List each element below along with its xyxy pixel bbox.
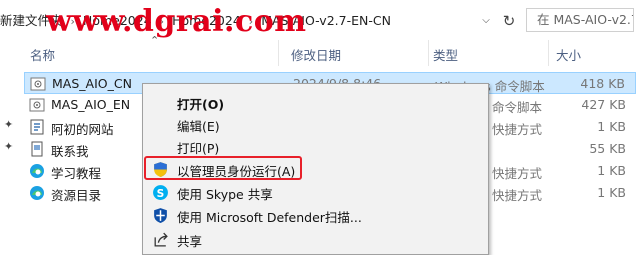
file-size: 55 KB xyxy=(589,141,626,156)
pin-icon: ✦ xyxy=(4,140,14,153)
file-name: 联系我 xyxy=(51,144,89,159)
file-size: 427 KB xyxy=(581,97,626,112)
menu-item-print[interactable]: 打印(P) xyxy=(143,135,488,157)
file-name: MAS_AIO_CN xyxy=(52,76,132,91)
refresh-icon[interactable]: ↻ xyxy=(497,9,521,33)
column-divider[interactable] xyxy=(548,40,549,66)
cmd-script-icon xyxy=(30,77,46,91)
file-name: MAS_AIO_EN xyxy=(51,97,131,112)
svg-text:S: S xyxy=(157,187,165,200)
edge-icon xyxy=(30,186,44,200)
watermark: www.dgrai.com xyxy=(46,4,307,39)
file-size: 1 KB xyxy=(597,119,626,134)
chevron-down-icon[interactable]: ⌵ xyxy=(478,11,494,31)
column-header-date[interactable]: 修改日期 xyxy=(291,45,341,64)
column-divider[interactable] xyxy=(278,40,279,66)
menu-item-label: 打开(O) xyxy=(177,97,225,112)
defender-icon xyxy=(154,208,167,223)
pin-icon: ✦ xyxy=(4,118,14,131)
column-header-name[interactable]: 名称 xyxy=(30,45,55,64)
file-type: 命令脚本 xyxy=(492,100,543,115)
search-input[interactable]: 在 MAS-AIO-v2.7-EN-CN 中搜索 xyxy=(526,8,634,32)
edge-icon xyxy=(30,164,44,178)
file-name: 学习教程 xyxy=(51,166,102,181)
column-header-size[interactable]: 大小 xyxy=(556,45,581,64)
skype-icon: S xyxy=(153,185,168,200)
menu-item-label: 打印(P) xyxy=(177,141,220,156)
menu-item-label: 使用 Microsoft Defender扫描... xyxy=(177,210,362,225)
menu-item-edit[interactable]: 编辑(E) xyxy=(143,113,488,135)
search-placeholder: 在 MAS-AIO-v2.7-EN-CN 中搜索 xyxy=(537,12,633,27)
sort-chevron-icon: ⌃ xyxy=(150,34,160,47)
cmd-script-icon xyxy=(29,98,45,112)
file-size: 1 KB xyxy=(597,185,626,200)
menu-item-open[interactable]: 打开(O) xyxy=(143,91,488,113)
menu-item-share[interactable]: 共享 xyxy=(143,228,488,250)
file-type: 快捷方式 xyxy=(492,188,543,203)
menu-item-label: 使用 Skype 共享 xyxy=(177,187,273,202)
file-type: 快捷方式 xyxy=(492,122,543,137)
column-header-type[interactable]: 类型 xyxy=(433,45,458,64)
annotation-highlight-box xyxy=(144,156,302,180)
share-icon xyxy=(154,232,168,247)
web-shortcut-icon xyxy=(30,119,44,135)
column-divider[interactable] xyxy=(428,40,429,66)
menu-item-label: 编辑(E) xyxy=(177,119,220,134)
menu-item-skype-share[interactable]: S 使用 Skype 共享 xyxy=(143,181,488,203)
context-menu: 打开(O) 编辑(E) 打印(P) 以管理员身份运行(A) S 使用 Skype… xyxy=(142,83,489,255)
file-name: 资源目录 xyxy=(51,188,102,203)
column-header-row: 名称 修改日期 类型 大小 xyxy=(0,40,638,66)
file-size: 1 KB xyxy=(597,163,626,178)
file-type: 快捷方式 xyxy=(492,166,543,181)
file-size: 418 KB xyxy=(580,76,625,91)
file-icon xyxy=(31,141,43,157)
menu-item-label: 共享 xyxy=(177,234,203,249)
menu-item-defender-scan[interactable]: 使用 Microsoft Defender扫描... xyxy=(143,204,488,226)
file-name: 阿初的网站 xyxy=(51,122,114,137)
